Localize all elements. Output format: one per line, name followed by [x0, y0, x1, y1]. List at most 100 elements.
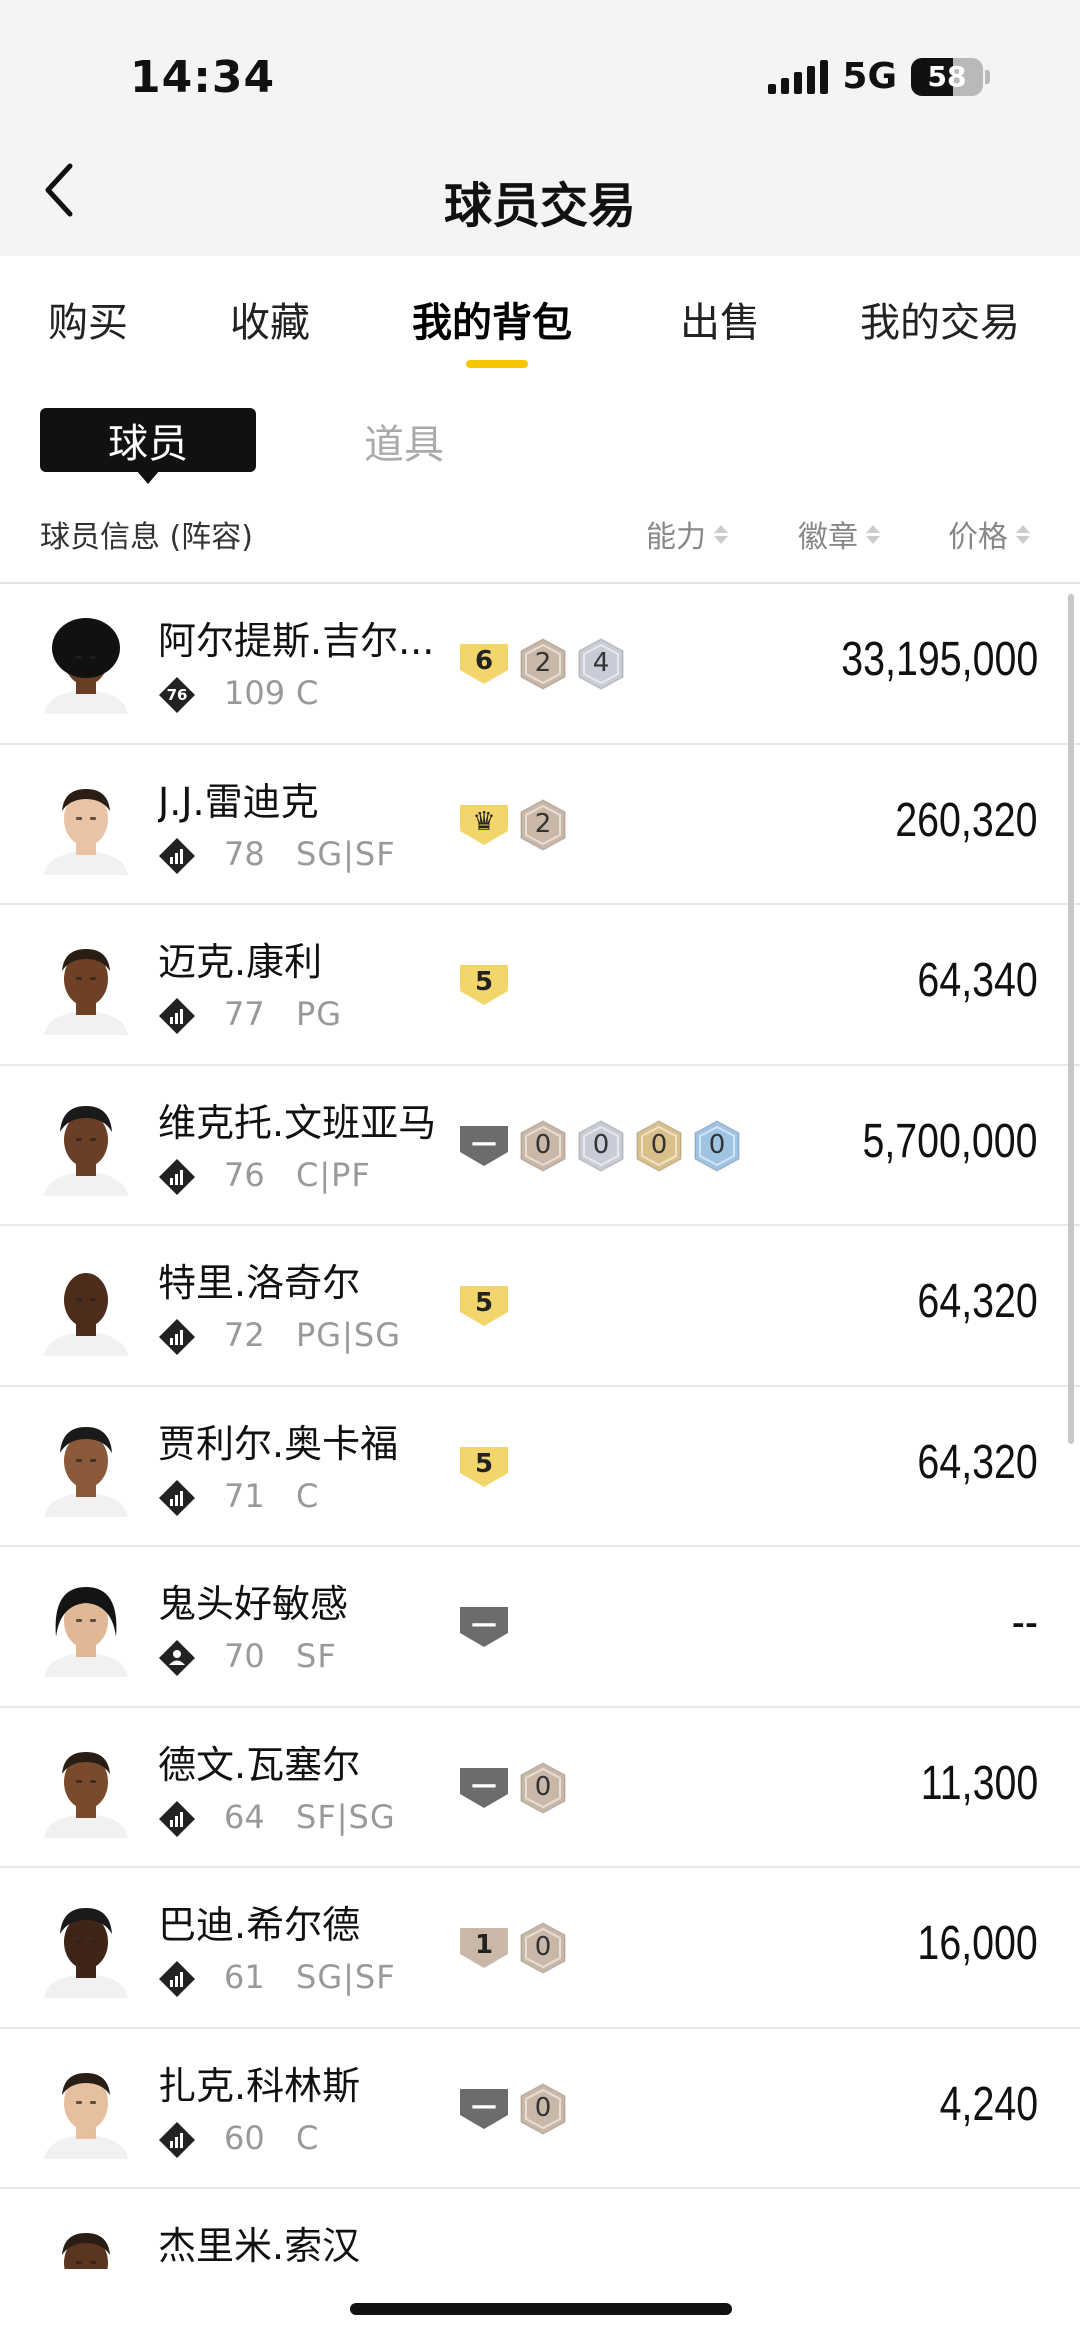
- player-row[interactable]: 贾利尔.奥卡福 71 C 5 64,320: [0, 1387, 1080, 1547]
- player-name: 阿尔提斯.吉尔...: [158, 619, 435, 663]
- badge-group: —: [458, 1601, 510, 1653]
- player-avatar: [38, 775, 134, 875]
- player-position: C: [296, 674, 320, 712]
- rank-bars-icon: [158, 1479, 196, 1517]
- player-avatar: [38, 1096, 134, 1196]
- player-price: 64,320: [917, 1435, 1038, 1489]
- badge-count: 0: [534, 1932, 552, 1962]
- player-row[interactable]: 扎克.科林斯 60 C —0 4,240: [0, 2029, 1080, 2189]
- badge-hex-icon: 2: [518, 798, 568, 852]
- player-row[interactable]: 巴迪.希尔德 61 SG|SF 1 0 16,000: [0, 1868, 1080, 2029]
- subtab-items[interactable]: 道具: [364, 412, 444, 470]
- badge-count: 5: [474, 1448, 494, 1479]
- player-row[interactable]: J.J.雷迪克 78 SG|SF ♛ 2 260,320: [0, 745, 1080, 905]
- player-avatar: [38, 2059, 134, 2159]
- ability-shield-icon: 6: [458, 642, 510, 686]
- ability-shield-icon: —: [458, 1605, 510, 1649]
- battery-level: 58: [927, 60, 967, 93]
- player-name: 扎克.科林斯: [158, 2063, 361, 2108]
- badge-hex-icon: 0: [518, 1761, 568, 1815]
- page-title: 球员交易: [443, 178, 636, 234]
- player-row[interactable]: 迈克.康利 77 PG 5 64,340: [0, 905, 1080, 1066]
- player-avatar: [38, 1417, 134, 1517]
- badge-count: 0: [534, 1771, 552, 1802]
- player-position: SG|SF: [296, 1958, 396, 1996]
- tab-sell[interactable]: 出售: [680, 290, 760, 348]
- badge-hex-icon: 0: [692, 1119, 742, 1173]
- sort-price-button[interactable]: 价格: [948, 512, 1030, 556]
- column-player-info: 球员信息 (阵容): [40, 512, 253, 556]
- player-ovr: 71: [224, 1476, 265, 1515]
- rank-bars-icon: [158, 837, 196, 875]
- tab-my-trades[interactable]: 我的交易: [860, 290, 1020, 348]
- player-name: 维克托.文班亚马: [158, 1100, 437, 1145]
- ability-shield-icon: ♛: [458, 803, 510, 847]
- tab-buy[interactable]: 购买: [48, 290, 128, 348]
- sort-icon: [1016, 524, 1030, 544]
- badge-count: 4: [592, 648, 610, 678]
- tab-my-bag[interactable]: 我的背包: [412, 290, 572, 348]
- badge-group: ♛ 2: [458, 798, 568, 852]
- network-label: 5G: [842, 56, 897, 97]
- status-icons: 5G 58: [768, 56, 990, 97]
- home-indicator[interactable]: [350, 2303, 732, 2315]
- badge-count: —: [471, 1769, 497, 1800]
- badge-count: 1: [474, 1930, 494, 1960]
- player-ovr: 72: [224, 1316, 265, 1354]
- player-list: 阿尔提斯.吉尔... 76 109 C 6 2 4 33,195,000 J.J.雷迪克 78 SG…: [0, 584, 1080, 2269]
- player-ovr: 76: [224, 1155, 265, 1194]
- player-avatar: [38, 1898, 134, 1998]
- player-price: 64,340: [917, 954, 1038, 1007]
- rank-76-icon: 76: [158, 676, 196, 714]
- tab-favorites[interactable]: 收藏: [230, 290, 310, 348]
- player-ovr: 60: [224, 2118, 265, 2157]
- badge-count: —: [471, 1609, 497, 1639]
- player-row[interactable]: 维克托.文班亚马 76 C|PF — 0 0 0 0 5,700,000: [0, 1066, 1080, 1226]
- badge-count: 0: [534, 2092, 552, 2123]
- player-row[interactable]: 特里.洛奇尔 72 PG|SG 5 64,320: [0, 1226, 1080, 1387]
- sort-badge-button[interactable]: 徽章: [798, 512, 880, 556]
- badge-hex-icon: 4: [576, 637, 626, 691]
- player-name: 贾利尔.奥卡福: [158, 1421, 399, 1466]
- player-row[interactable]: 阿尔提斯.吉尔... 76 109 C 6 2 4 33,195,000: [0, 584, 1080, 745]
- subtab-players[interactable]: 球员: [40, 408, 256, 472]
- player-avatar: [38, 1577, 134, 1677]
- sort-icon: [714, 524, 728, 544]
- ability-shield-icon: 1: [458, 1926, 510, 1970]
- ability-shield-icon: 5: [458, 1284, 510, 1328]
- badge-group: — 0 0 0 0: [458, 1119, 742, 1173]
- badge-count: 0: [534, 1129, 552, 1160]
- player-ovr: 77: [224, 995, 265, 1033]
- player-name: 鬼头好敏感: [158, 1582, 349, 1626]
- player-ovr: 64: [224, 1797, 265, 1836]
- player-position: PG|SG: [296, 1316, 401, 1354]
- badge-count: 6: [474, 646, 494, 676]
- sort-ability-button[interactable]: 能力: [646, 512, 728, 556]
- badge-count: 5: [474, 1288, 494, 1318]
- player-position: SF|SG: [296, 1797, 396, 1836]
- player-avatar: [38, 614, 134, 714]
- badge-count: 0: [650, 1129, 668, 1160]
- column-badge-label: 徽章: [798, 520, 858, 555]
- active-tab-indicator: [466, 360, 528, 368]
- ability-shield-icon: —: [458, 2087, 510, 2131]
- badge-group: 5: [458, 1280, 510, 1332]
- badge-group: —0: [458, 2082, 568, 2135]
- badge-group: —0: [458, 1761, 568, 1815]
- status-time: 14:34: [130, 52, 276, 103]
- player-ovr: 70: [224, 1637, 265, 1675]
- player-row[interactable]: 杰里米.索汉: [0, 2189, 1080, 2269]
- signal-icon: [768, 59, 829, 94]
- scrollbar[interactable]: [1068, 594, 1074, 1444]
- player-price: 4,240: [939, 2077, 1038, 2131]
- sort-icon: [866, 524, 880, 544]
- player-row[interactable]: 德文.瓦塞尔 64 SF|SG —0 11,300: [0, 1708, 1080, 1868]
- player-name: 特里.洛奇尔: [158, 1261, 361, 1305]
- player-avatar: [38, 935, 134, 1035]
- ability-shield-icon: 5: [458, 1445, 510, 1489]
- player-position: C: [296, 1476, 320, 1515]
- player-name: 巴迪.希尔德: [158, 1903, 361, 1947]
- column-player-info-label: 球员信息 (阵容): [40, 520, 253, 555]
- player-position: SG|SF: [296, 834, 396, 873]
- player-row[interactable]: 鬼头好敏感 70 SF — --: [0, 1547, 1080, 1708]
